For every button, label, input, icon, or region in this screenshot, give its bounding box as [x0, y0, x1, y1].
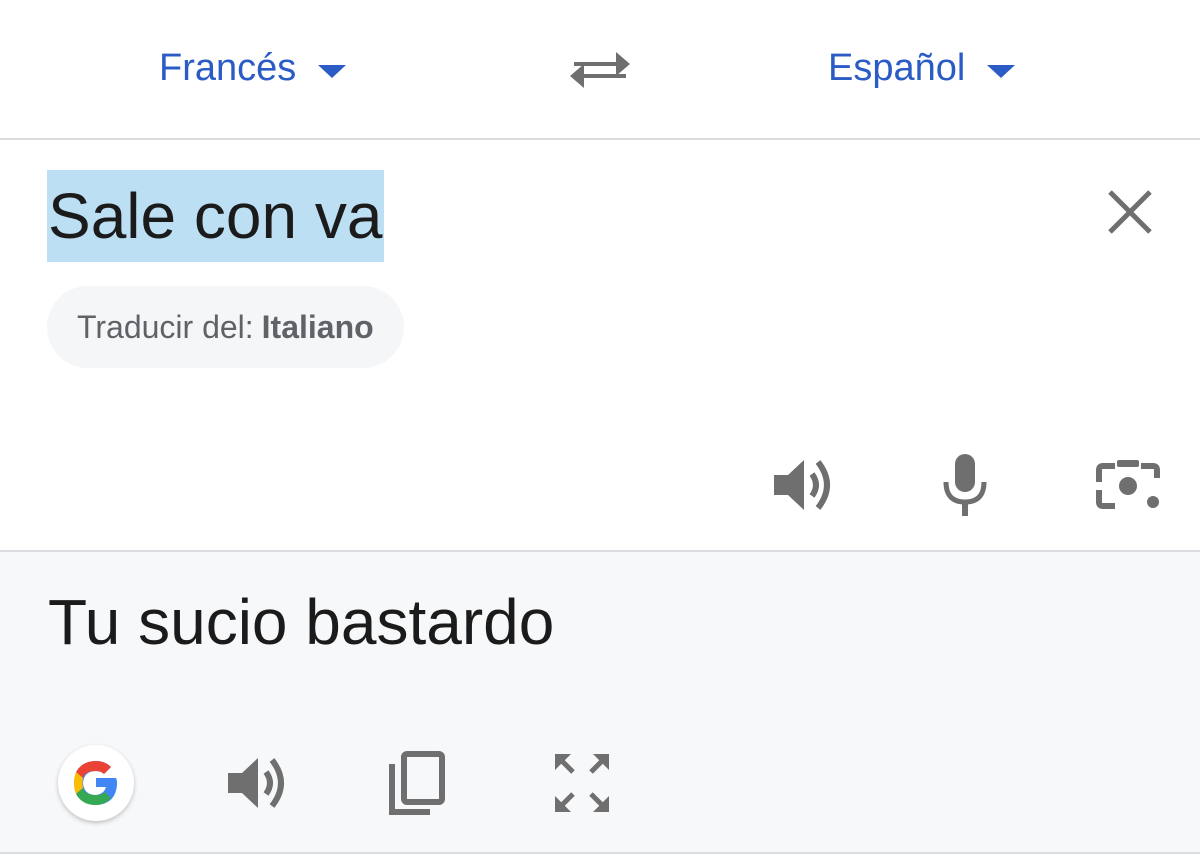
microphone-icon: [943, 454, 987, 516]
camera-input-button[interactable]: [1093, 450, 1163, 520]
detect-prefix: Traducir del:: [77, 308, 254, 345]
caret-down-icon: [318, 64, 347, 78]
speaker-icon: [228, 758, 284, 808]
voice-input-button[interactable]: [930, 450, 1000, 520]
camera-lens-icon: [1096, 460, 1160, 509]
source-input-panel: Sale con va Traducir del: Italiano: [0, 140, 1200, 552]
close-icon: [1108, 190, 1152, 234]
copy-translation-button[interactable]: [382, 748, 452, 818]
source-language-selector[interactable]: Francés: [159, 42, 347, 94]
detected-language-chip[interactable]: Traducir del: Italiano: [47, 286, 404, 368]
copy-icon: [389, 751, 445, 815]
swap-languages-button[interactable]: [566, 42, 634, 94]
source-text-input[interactable]: Sale con va: [47, 170, 385, 262]
language-bar: Francés Español: [0, 0, 1200, 140]
swap-arrows-icon: [570, 52, 630, 88]
translation-output-panel: Tu sucio bastardo: [0, 552, 1200, 854]
listen-source-button[interactable]: [768, 450, 838, 520]
translated-text: Tu sucio bastardo: [48, 586, 555, 658]
listen-translation-button[interactable]: [222, 748, 292, 818]
target-language-selector[interactable]: Español: [828, 42, 1016, 94]
source-language-label: Francés: [159, 46, 297, 89]
expand-icon: [555, 754, 609, 812]
bottom-strip: [0, 854, 1200, 868]
detected-language-name: Italiano: [261, 308, 374, 345]
target-language-label: Español: [828, 46, 966, 89]
fullscreen-button[interactable]: [547, 748, 617, 818]
caret-down-icon: [987, 64, 1016, 78]
google-search-button[interactable]: [58, 745, 134, 821]
speaker-icon: [774, 460, 830, 510]
google-g-icon: [74, 761, 117, 805]
clear-input-button[interactable]: [1100, 182, 1160, 242]
